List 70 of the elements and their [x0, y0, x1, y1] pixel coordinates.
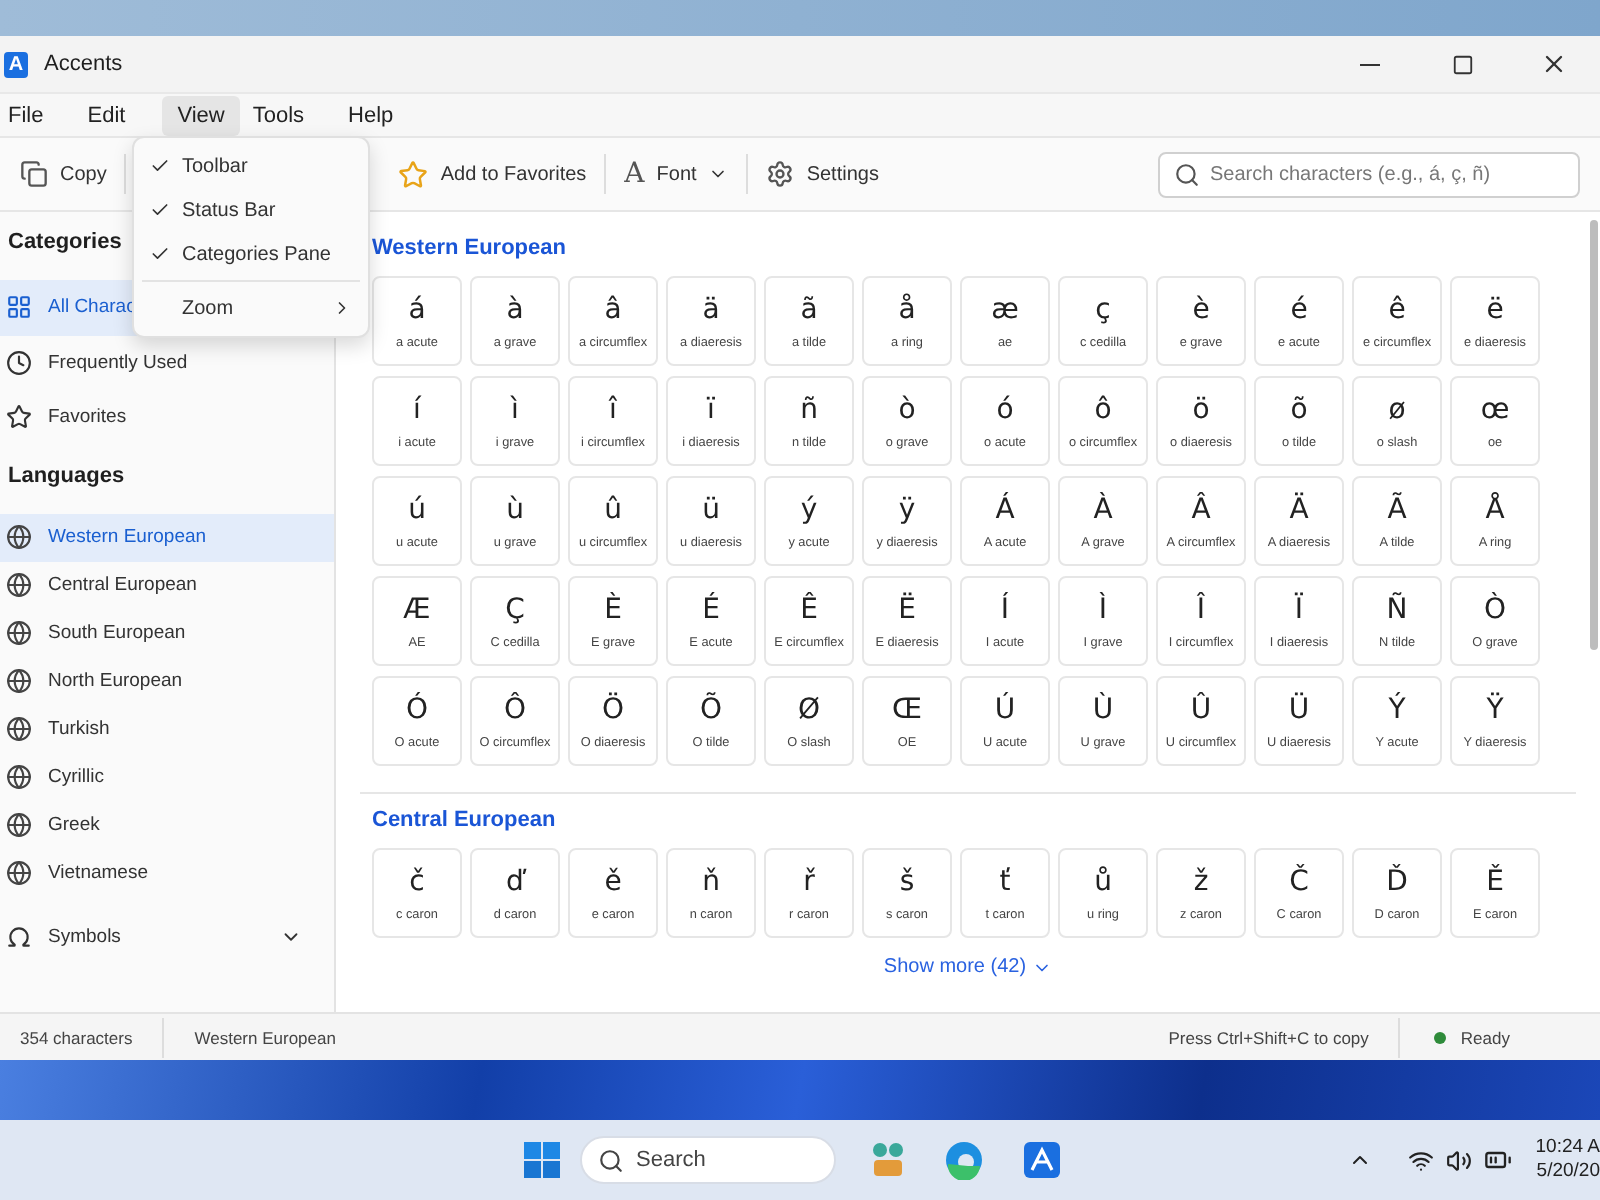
globe-icon: [6, 716, 32, 742]
section-heading: Western European: [370, 236, 568, 264]
maximize-icon: [1451, 53, 1473, 75]
menu-item[interactable]: View: [161, 95, 241, 135]
sidebar-item[interactable]: Western European: [0, 513, 334, 561]
app-logo: A: [4, 51, 28, 77]
globe-icon: [6, 668, 32, 694]
copy-hint: Press Ctrl+Shift+C to copy: [1166, 1027, 1371, 1047]
sidebar-item[interactable]: Vietnamese: [0, 849, 334, 897]
browser-icon[interactable]: [944, 1140, 984, 1180]
sidebar-heading: Languages: [8, 463, 125, 491]
app-icon[interactable]: [1024, 1142, 1060, 1178]
star-icon: [398, 159, 429, 189]
menu-option[interactable]: Toolbar: [134, 144, 368, 188]
check-icon: [150, 156, 170, 176]
globe-icon: [6, 812, 32, 838]
globe-icon: [6, 572, 32, 598]
menu-item[interactable]: File: [0, 95, 60, 135]
show-more-link[interactable]: Show more (42): [883, 956, 1053, 978]
character-count: 354 characters: [18, 1027, 135, 1047]
globe-icon: [6, 620, 32, 646]
menu-option[interactable]: Categories Pane: [134, 232, 368, 276]
star-icon: [6, 404, 32, 431]
copy-icon: [20, 160, 48, 188]
status-text: Ready: [1458, 1027, 1512, 1047]
globe-icon: [6, 764, 32, 790]
clock[interactable]: 10:24 A 5/20/20: [1536, 1136, 1600, 1184]
scrollbar-thumb[interactable]: [1590, 220, 1598, 650]
menu-option[interactable]: Status Bar: [134, 188, 368, 232]
status-category: Western European: [192, 1027, 338, 1047]
check-icon: [150, 244, 170, 264]
menu-item[interactable]: Tools: [244, 95, 321, 135]
clock-icon: [6, 349, 32, 376]
start-icon[interactable]: [524, 1142, 560, 1178]
widgets-icon[interactable]: [868, 1140, 908, 1180]
status-dot: [1434, 1031, 1447, 1043]
section-heading: Central European: [370, 808, 558, 836]
omega-icon: [6, 924, 32, 950]
search-icon: [1174, 161, 1200, 187]
sidebar-item[interactable]: Symbols: [0, 913, 334, 961]
sidebar-item[interactable]: Frequently Used: [0, 335, 334, 390]
settings-icon: [766, 160, 795, 188]
settings-button[interactable]: Settings: [758, 146, 887, 202]
sidebar-item[interactable]: Central European: [0, 561, 334, 609]
sidebar-item[interactable]: South European: [0, 609, 334, 657]
sidebar-item[interactable]: Greek: [0, 801, 334, 849]
add-to-favorites-button[interactable]: Add to Favorites: [390, 146, 595, 202]
window-title: Accents: [44, 52, 125, 76]
check-icon: [150, 200, 170, 220]
menu-item[interactable]: Help: [340, 95, 410, 135]
battery-icon[interactable]: [1484, 1146, 1512, 1174]
minimize-icon: [1360, 63, 1380, 65]
volume-icon[interactable]: [1446, 1147, 1472, 1173]
search-icon: [598, 1147, 624, 1173]
taskbar-search[interactable]: Search: [580, 1136, 836, 1184]
globe-icon: [6, 860, 32, 886]
grid-icon: [6, 294, 32, 321]
sidebar-item[interactable]: North European: [0, 657, 334, 705]
globe-icon: [6, 524, 32, 550]
menu-item[interactable]: Edit: [79, 95, 142, 135]
sidebar-item[interactable]: Cyrillic: [0, 753, 334, 801]
close-icon: [1540, 50, 1568, 78]
copy-button[interactable]: Copy: [12, 146, 115, 202]
sidebar-heading: Categories: [8, 230, 122, 258]
sidebar-item[interactable]: Turkish: [0, 705, 334, 753]
wifi-icon[interactable]: [1408, 1147, 1434, 1173]
sidebar-item[interactable]: Favorites: [0, 390, 334, 445]
menu-option[interactable]: Zoom: [134, 286, 368, 330]
font-button[interactable]: A Font: [616, 146, 737, 202]
search-field[interactable]: Search characters (e.g., á, ç, ñ): [1158, 151, 1580, 197]
